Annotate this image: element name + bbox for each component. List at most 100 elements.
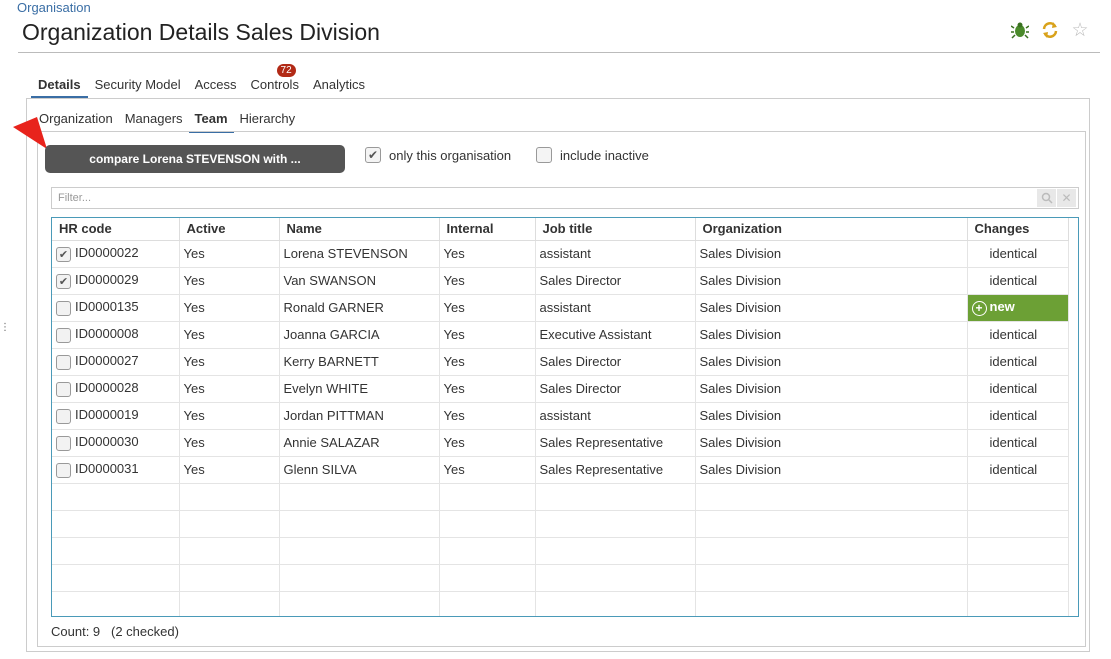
tab-label: Access xyxy=(194,77,237,92)
table-row[interactable]: ID0000008 Yes Joanna GARCIA Yes Executive As… xyxy=(52,321,1069,349)
tab-access[interactable]: Access xyxy=(188,75,244,99)
empty-cell xyxy=(967,537,1069,565)
active-cell: Yes xyxy=(179,402,280,430)
subtab-label: Team xyxy=(194,111,228,126)
empty-cell xyxy=(52,591,180,616)
table-row[interactable]: ID0000028 Yes Evelyn WHITE Yes Sales Directo… xyxy=(52,375,1069,403)
job-cell: Sales Director xyxy=(535,375,696,403)
row-checkbox[interactable]: ✔ xyxy=(56,273,71,289)
only-this-organisation-label: only this organisation xyxy=(389,147,512,163)
tab-label: Details xyxy=(38,77,81,92)
column-header[interactable]: Organization xyxy=(695,218,968,241)
job-cell: Sales Director xyxy=(535,267,696,295)
empty-cell xyxy=(695,510,968,538)
org-cell: Sales Division xyxy=(695,294,968,322)
subtab-label: Hierarchy xyxy=(239,111,296,126)
row-checkbox[interactable] xyxy=(56,435,71,451)
table-row[interactable]: ID0000030 Yes Annie SALAZAR Yes Sales Repres… xyxy=(52,429,1069,457)
internal-cell: Yes xyxy=(439,240,536,268)
search-icon[interactable] xyxy=(1037,189,1056,207)
include-inactive-checkbox[interactable] xyxy=(536,147,552,163)
column-header[interactable]: Changes xyxy=(967,218,1069,241)
internal-cell: Yes xyxy=(439,375,536,403)
resize-handle-icon[interactable]: ⋮ xyxy=(0,322,10,333)
row-checkbox[interactable] xyxy=(56,327,71,343)
filter-input[interactable] xyxy=(52,188,1032,208)
star-icon[interactable]: ☆ xyxy=(1069,19,1091,41)
empty-row xyxy=(52,564,1069,592)
hr-code-cell[interactable]: ID0000031 xyxy=(52,456,180,484)
tab-analytics[interactable]: Analytics xyxy=(306,75,372,99)
org-cell: Sales Division xyxy=(695,456,968,484)
column-header[interactable]: Internal xyxy=(439,218,536,241)
hr-code-cell[interactable]: ✔ ID0000022 xyxy=(52,240,180,268)
row-checkbox[interactable] xyxy=(56,354,71,370)
org-cell: Sales Division xyxy=(695,375,968,403)
empty-cell xyxy=(967,510,1069,538)
empty-cell xyxy=(179,510,280,538)
breadcrumb[interactable]: Organisation xyxy=(17,0,91,15)
empty-cell xyxy=(279,564,440,592)
column-header[interactable]: Active xyxy=(179,218,280,241)
empty-row xyxy=(52,591,1069,616)
hr-code-cell[interactable]: ✔ ID0000029 xyxy=(52,267,180,295)
subtab-label: Managers xyxy=(124,111,183,126)
hr-code: ID0000008 xyxy=(75,326,139,342)
hr-code-cell[interactable]: ID0000019 xyxy=(52,402,180,430)
table-row[interactable]: ID0000031 Yes Glenn SILVA Yes Sales Represen… xyxy=(52,456,1069,484)
empty-row xyxy=(52,483,1069,511)
job-cell: Sales Representative xyxy=(535,456,696,484)
active-cell: Yes xyxy=(179,267,280,295)
compare-button[interactable]: compare Lorena STEVENSON with ... xyxy=(45,145,345,173)
column-header[interactable]: Name xyxy=(279,218,440,241)
tab-security-model[interactable]: Security Model xyxy=(88,75,188,99)
internal-cell: Yes xyxy=(439,267,536,295)
row-checkbox[interactable] xyxy=(56,300,71,316)
empty-cell xyxy=(52,510,180,538)
empty-cell xyxy=(535,564,696,592)
pointer-arrow-icon xyxy=(13,117,47,149)
hr-code-cell[interactable]: ID0000030 xyxy=(52,429,180,457)
table-row[interactable]: ID0000019 Yes Jordan PITTMAN Yes assistant Sa… xyxy=(52,402,1069,430)
row-checkbox[interactable]: ✔ xyxy=(56,246,71,262)
empty-row xyxy=(52,510,1069,538)
table-row[interactable]: ✔ ID0000022 Yes Lorena STEVENSON Yes assistan… xyxy=(52,240,1069,268)
table-row[interactable]: ID0000027 Yes Kerry BARNETT Yes Sales Direct… xyxy=(52,348,1069,376)
subtab-team[interactable]: Team xyxy=(188,110,234,133)
hr-code: ID0000135 xyxy=(75,299,139,315)
only-this-organisation-option[interactable]: ✔ only this organisation xyxy=(365,147,511,163)
hr-code-cell[interactable]: ID0000028 xyxy=(52,375,180,403)
page-title: Organization Details Sales Division xyxy=(22,19,380,45)
internal-cell: Yes xyxy=(439,429,536,457)
hr-code: ID0000030 xyxy=(75,434,139,450)
column-header[interactable]: Job title xyxy=(535,218,696,241)
only-this-organisation-checkbox[interactable]: ✔ xyxy=(365,147,381,163)
subtab-hierarchy[interactable]: Hierarchy xyxy=(234,110,302,133)
name-cell: Joanna GARCIA xyxy=(279,321,440,349)
row-checkbox[interactable] xyxy=(56,462,71,478)
active-cell: Yes xyxy=(179,321,280,349)
table-header-row: HR code Active Name Internal Job title O… xyxy=(52,218,1069,241)
job-cell: Sales Representative xyxy=(535,429,696,457)
sync-icon[interactable] xyxy=(1039,19,1061,41)
empty-cell xyxy=(52,483,180,511)
subtab-managers[interactable]: Managers xyxy=(119,110,189,133)
row-checkbox[interactable] xyxy=(56,381,71,397)
hr-code-cell[interactable]: ID0000027 xyxy=(52,348,180,376)
include-inactive-option[interactable]: include inactive xyxy=(536,147,649,163)
table-row[interactable]: ID0000135 Yes Ronald GARNER Yes assistant Sal… xyxy=(52,294,1069,322)
column-header[interactable]: HR code xyxy=(52,218,180,241)
hr-code: ID0000022 xyxy=(75,245,139,261)
table-row[interactable]: ✔ ID0000029 Yes Van SWANSON Yes Sales Directo… xyxy=(52,267,1069,295)
name-cell: Glenn SILVA xyxy=(279,456,440,484)
hr-code-cell[interactable]: ID0000008 xyxy=(52,321,180,349)
tab-controls[interactable]: Controls 72 xyxy=(244,64,306,99)
active-cell: Yes xyxy=(179,294,280,322)
empty-cell xyxy=(52,564,180,592)
plus-circle-icon: + xyxy=(971,300,987,316)
tab-details[interactable]: Details xyxy=(31,75,88,99)
row-checkbox[interactable] xyxy=(56,408,71,424)
hr-code-cell[interactable]: ID0000135 xyxy=(52,294,180,322)
bug-icon[interactable] xyxy=(1009,19,1031,41)
clear-filter-icon[interactable]: ✕ xyxy=(1057,189,1076,207)
